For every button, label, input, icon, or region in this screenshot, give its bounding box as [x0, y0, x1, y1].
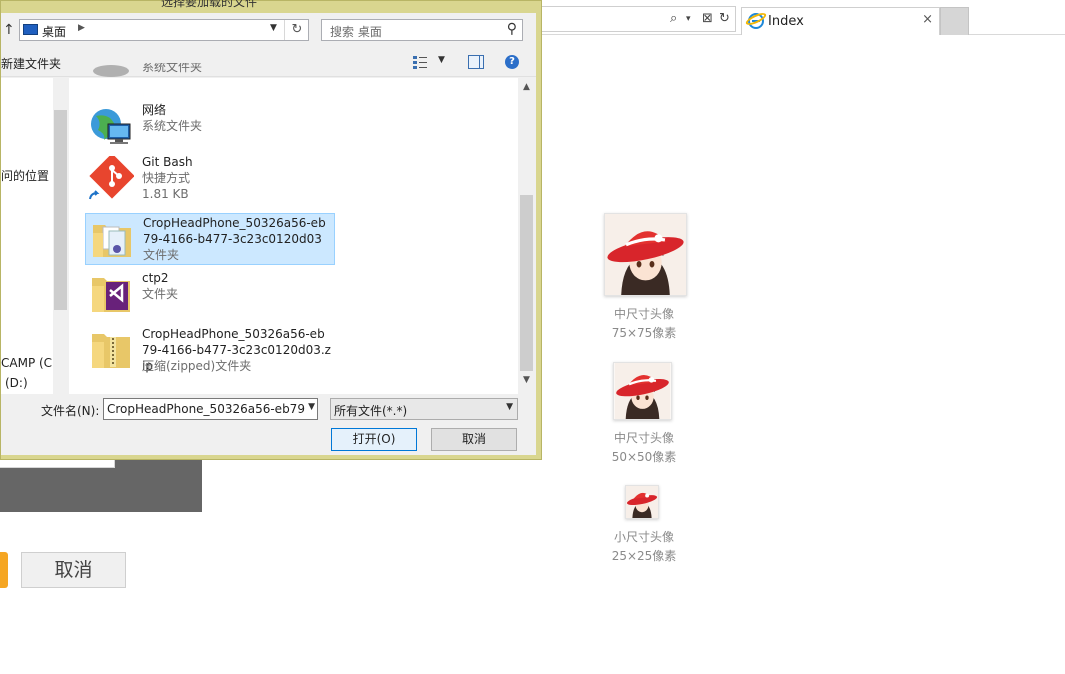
- filename-value[interactable]: CropHeadPhone_50326a56-eb79: [107, 402, 305, 416]
- view-options-icon[interactable]: [412, 55, 428, 69]
- filetype-select[interactable]: 所有文件(*.*) ▼: [330, 398, 518, 420]
- list-item[interactable]: 网络 系统文件夹: [85, 101, 335, 153]
- avatar-size: 75×75像素: [611, 326, 677, 340]
- chevron-down-icon[interactable]: ▼: [270, 23, 277, 33]
- avatar-size: 50×50像素: [611, 450, 677, 464]
- system-folder-icon: [93, 65, 129, 77]
- file-type: 快捷方式: [142, 171, 191, 185]
- filename-input[interactable]: CropHeadPhone_50326a56-eb79 ▼: [103, 398, 318, 420]
- nav-item-drive-d[interactable]: (D:): [5, 376, 28, 390]
- refresh-icon[interactable]: ↻: [284, 20, 309, 40]
- avatar-preview-small: [625, 485, 659, 519]
- avatar-caption-small: 小尺寸头像 25×25像素: [584, 528, 704, 566]
- folder-icon: [93, 225, 131, 257]
- preview-pane-icon[interactable]: [468, 55, 484, 69]
- filename-label: 文件名(N):: [41, 404, 100, 418]
- avatar-image: [626, 486, 658, 518]
- refresh-icon[interactable]: ↻: [719, 11, 730, 26]
- file-type: 系统文件夹: [142, 63, 203, 74]
- dialog-title: 选择要加载的文件: [161, 0, 258, 9]
- zip-folder-icon: [92, 334, 130, 368]
- list-item-selected[interactable]: CropHeadPhone_50326a56-eb79-4166-b477-3c…: [85, 213, 335, 265]
- scroll-up-icon[interactable]: ▲: [520, 82, 533, 92]
- avatar-image: [614, 363, 671, 419]
- avatar-preview-large: [604, 213, 687, 296]
- file-name: CropHeadPhone_50326a56-eb79-4166-b477-3c…: [143, 216, 326, 246]
- breadcrumb[interactable]: 桌面 ▶ ▼ ↻: [19, 19, 309, 41]
- chevron-down-icon[interactable]: ▼: [306, 402, 315, 412]
- avatar-title: 小尺寸头像: [613, 530, 674, 544]
- file-name: 网络: [142, 103, 167, 117]
- close-icon[interactable]: ×: [922, 12, 933, 27]
- list-item[interactable]: Git Bash 快捷方式 1.81 KB: [85, 153, 335, 205]
- desktop-icon: [23, 24, 38, 35]
- avatar-size: 25×25像素: [611, 549, 677, 563]
- help-icon[interactable]: ?: [505, 55, 519, 69]
- panel-tab: [0, 459, 115, 468]
- file-open-dialog: 选择要加载的文件 ↑ 桌面 ▶ ▼ ↻ 搜索 桌面 ⚲ 新建文件夹 ▼ ? 问的…: [0, 0, 542, 460]
- avatar-title: 中尺寸头像: [613, 307, 674, 321]
- file-type: 文件夹: [143, 248, 180, 262]
- breadcrumb-label[interactable]: 桌面: [42, 23, 66, 40]
- dialog-body: ↑ 桌面 ▶ ▼ ↻ 搜索 桌面 ⚲ 新建文件夹 ▼ ? 问的位置 CAMP (…: [1, 13, 536, 455]
- file-name: Git Bash: [142, 155, 193, 169]
- git-bash-icon: [88, 156, 134, 201]
- file-type: 压缩(zipped)文件夹: [142, 359, 252, 373]
- file-type: 系统文件夹: [142, 119, 203, 133]
- chevron-down-icon[interactable]: ▼: [506, 402, 513, 412]
- avatar-image: [605, 214, 686, 295]
- address-bar-controls: ⌕ ▾ ⊠ ↻: [540, 6, 736, 32]
- list-item[interactable]: CropHeadPhone_50326a56-eb79-4166-b477-3c…: [85, 325, 335, 377]
- nav-scrollbar-thumb[interactable]: [54, 110, 67, 310]
- cancel-button[interactable]: 取消: [431, 428, 517, 451]
- nav-item-recent[interactable]: 问的位置: [1, 167, 49, 184]
- network-icon: [91, 109, 131, 144]
- avatar-preview-medium: [613, 362, 672, 420]
- new-tab-button[interactable]: [940, 7, 969, 35]
- tab-title: Index: [768, 14, 804, 29]
- visual-studio-folder-icon: [92, 278, 130, 312]
- search-input[interactable]: 搜索 桌面 ⚲: [321, 19, 523, 41]
- chevron-down-icon[interactable]: ▼: [438, 55, 445, 65]
- confirm-button[interactable]: [0, 552, 8, 588]
- page-cancel-button[interactable]: 取消: [21, 552, 126, 588]
- search-icon[interactable]: ⌕: [670, 11, 677, 26]
- file-type: 文件夹: [142, 287, 179, 301]
- compat-view-icon[interactable]: ⊠: [702, 11, 713, 26]
- file-name: ctp2: [142, 271, 169, 285]
- search-icon[interactable]: ⚲: [507, 21, 517, 37]
- file-size: 1.81 KB: [142, 187, 189, 201]
- avatar-caption-large: 中尺寸头像 75×75像素: [584, 305, 704, 343]
- filetype-value: 所有文件(*.*): [334, 404, 408, 418]
- file-scrollbar-thumb[interactable]: [520, 195, 533, 371]
- chevron-right-icon[interactable]: ▶: [78, 23, 85, 33]
- open-button[interactable]: 打开(O): [331, 428, 417, 451]
- scroll-down-icon[interactable]: ▼: [520, 375, 533, 385]
- list-item[interactable]: 系统文件夹: [85, 63, 335, 79]
- new-folder-button[interactable]: 新建文件夹: [1, 55, 61, 72]
- nav-item-drive-c[interactable]: CAMP (C:: [1, 356, 56, 370]
- avatar-caption-medium: 中尺寸头像 50×50像素: [584, 429, 704, 467]
- chevron-down-icon[interactable]: ▾: [686, 14, 691, 24]
- search-placeholder: 搜索 桌面: [330, 25, 382, 39]
- list-item[interactable]: ctp2 文件夹: [85, 269, 335, 321]
- up-arrow-icon[interactable]: ↑: [3, 22, 15, 38]
- avatar-title: 中尺寸头像: [613, 431, 674, 445]
- browser-tab-index[interactable]: Index ×: [741, 7, 940, 35]
